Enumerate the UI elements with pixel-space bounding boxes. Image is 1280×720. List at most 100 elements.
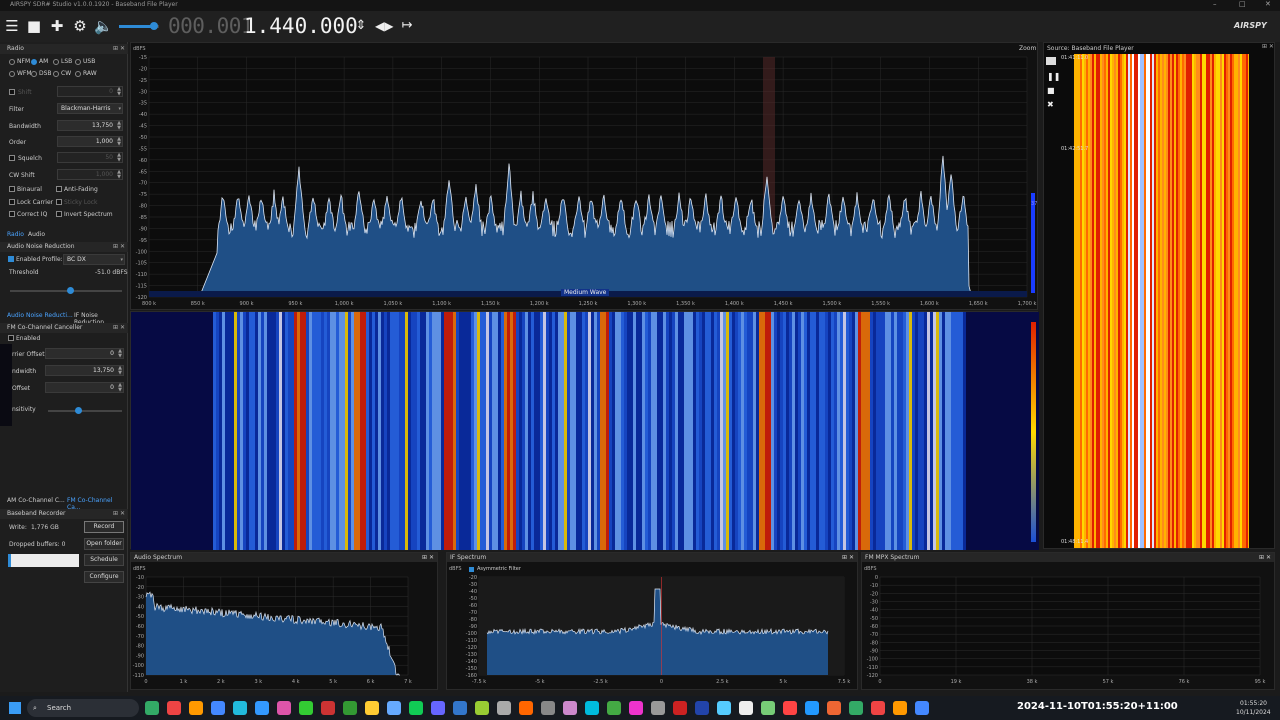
- audio-spectrum-plot[interactable]: -10 -20 -30 -40 -50 -60 -70 -80 -90 -100 -1100 1 k 2…: [131, 563, 437, 689]
- taskbar-app-icon[interactable]: [167, 701, 181, 715]
- taskbar-app-icon[interactable]: [211, 701, 225, 715]
- taskbar-app-icon[interactable]: [739, 701, 753, 715]
- tab-am-cochannel[interactable]: AM Co-Channel C...: [7, 497, 65, 504]
- taskbar-app-icon[interactable]: [475, 701, 489, 715]
- tools-icon[interactable]: ✖: [1047, 100, 1054, 109]
- pin-close-icon[interactable]: ⊞ ✕: [842, 553, 854, 562]
- fmcc-enabled-checkbox[interactable]: [8, 335, 14, 341]
- taskbar-app-icon[interactable]: [805, 701, 819, 715]
- main-spectrum-panel[interactable]: -15 -20 -25 -30 -35 -40 -45 -50 -55 -60 -65 -70 -75 -…: [130, 42, 1038, 310]
- zoom-label[interactable]: Zoom: [1019, 45, 1036, 52]
- anr-threshold-slider[interactable]: [10, 290, 122, 292]
- binaural-checkbox[interactable]: [9, 186, 15, 192]
- taskbar-app-icon[interactable]: [541, 701, 555, 715]
- anr-section-header[interactable]: Audio Noise Reduction ⊞ ✕: [0, 242, 128, 252]
- frequency-display[interactable]: 1.440.000: [244, 13, 358, 39]
- anr-enabled-checkbox[interactable]: [8, 256, 14, 262]
- taskbar-app-icon[interactable]: [607, 701, 621, 715]
- shift-field[interactable]: 0 ▲ ▼: [57, 86, 123, 97]
- speaker-icon[interactable]: 🔈: [94, 17, 113, 35]
- fmcc-section-header[interactable]: FM Co-Channel Canceller ⊞ ✕: [0, 323, 128, 333]
- correctiq-checkbox[interactable]: [9, 211, 15, 217]
- main-waterfall-panel[interactable]: [130, 311, 1039, 550]
- squelch-checkbox[interactable]: [9, 155, 15, 161]
- fmcc-bandwidth-field[interactable]: 13,750 ▲ ▼: [45, 365, 124, 376]
- taskbar-app-icon[interactable]: [255, 701, 269, 715]
- taskbar-app-icon[interactable]: [871, 701, 885, 715]
- invertspectrum-checkbox[interactable]: [56, 211, 62, 217]
- taskbar-app-icon[interactable]: [673, 701, 687, 715]
- stickylock-checkbox[interactable]: [56, 199, 62, 205]
- taskbar-app-icon[interactable]: [409, 701, 423, 715]
- shift-checkbox[interactable]: [9, 89, 15, 95]
- taskbar-app-icon[interactable]: [893, 701, 907, 715]
- mode-radio-wfm[interactable]: [9, 71, 15, 77]
- span-icon[interactable]: ↦: [398, 17, 416, 35]
- taskbar-app-icon[interactable]: [915, 701, 929, 715]
- audio-spectrum-panel[interactable]: Audio Spectrum ⊞ ✕ -10 -20 -30 -40 -50 -60 -70-…: [130, 552, 438, 690]
- taskbar-app-icon[interactable]: [563, 701, 577, 715]
- configure-button[interactable]: Configure: [84, 571, 124, 583]
- order-field[interactable]: 1,000 ▲ ▼: [57, 136, 123, 147]
- tab-audio-noise[interactable]: Audio Noise Reducti...: [7, 312, 73, 319]
- taskbar-app-icon[interactable]: [695, 701, 709, 715]
- taskbar-app-icon[interactable]: [343, 701, 357, 715]
- anr-profile-select[interactable]: BC DX ▾: [63, 254, 125, 265]
- close-button[interactable]: ✕: [1265, 0, 1271, 8]
- record-button[interactable]: Record: [84, 521, 124, 533]
- fmcc-offset-field[interactable]: 0 ▲ ▼: [45, 382, 124, 393]
- mpx-spectrum-plot[interactable]: 0 -10 -20 -30 -40 -50 -60 -70 -80 -90 -100 -110 -120…: [862, 563, 1274, 689]
- if-spectrum-panel[interactable]: IF Spectrum ⊞ ✕ -20 -30 -40 -50 -60 -70 -80 -90-…: [446, 552, 858, 690]
- source-waterfall[interactable]: [1074, 54, 1249, 548]
- recorder-section-header[interactable]: Baseband Recorder ⊞ ✕: [0, 509, 128, 519]
- pin-close-icon[interactable]: ⊞ ✕: [1259, 553, 1271, 562]
- squelch-field[interactable]: 50 ▲ ▼: [57, 152, 123, 163]
- maximize-button[interactable]: □: [1239, 0, 1246, 8]
- tab-audio[interactable]: Audio: [28, 231, 45, 238]
- if-spectrum-plot[interactable]: -20-30-40-50-60-70-80-90-100-110-120-130…: [447, 563, 857, 689]
- taskbar-app-icon[interactable]: [233, 701, 247, 715]
- pause-icon[interactable]: ❚❚: [1047, 72, 1060, 81]
- lockcarrier-checkbox[interactable]: [9, 199, 15, 205]
- mode-radio-nfm[interactable]: [9, 59, 15, 65]
- mode-radio-usb[interactable]: [75, 59, 81, 65]
- main-spectrum-plot[interactable]: -15 -20 -25 -30 -35 -40 -45 -50 -55 -60 -65 -70 -75 -…: [131, 43, 1039, 311]
- taskbar-app-icon[interactable]: [453, 701, 467, 715]
- fmcc-sensitivity-knob[interactable]: [74, 407, 82, 414]
- taskbar-app-icon[interactable]: [497, 701, 511, 715]
- pin-close-icon[interactable]: ⊞ ✕: [113, 509, 125, 519]
- taskbar-app-icon[interactable]: [321, 701, 335, 715]
- taskbar-app-icon[interactable]: [387, 701, 401, 715]
- open-folder-button[interactable]: Open folder: [84, 538, 124, 550]
- bandwidth-field[interactable]: 13,750 ▲ ▼: [57, 120, 123, 131]
- mode-radio-cw[interactable]: [53, 71, 59, 77]
- settings-icon[interactable]: ⚙: [71, 17, 89, 35]
- leftright-icon[interactable]: ◀▶: [375, 17, 393, 35]
- filter-select[interactable]: Blackman-Harris ▾: [57, 103, 123, 114]
- fmcc-carrier-offset-field[interactable]: 0 ▲ ▼: [45, 348, 124, 359]
- pin-close-icon[interactable]: ⊞ ✕: [113, 44, 125, 54]
- fmcc-sensitivity-slider[interactable]: [48, 410, 122, 412]
- taskbar-app-icon[interactable]: [629, 701, 643, 715]
- taskbar-app-icon[interactable]: [783, 701, 797, 715]
- taskbar-app-icon[interactable]: [431, 701, 445, 715]
- taskbar-app-icon[interactable]: [299, 701, 313, 715]
- stop-icon[interactable]: ■: [25, 17, 43, 35]
- folder-icon[interactable]: [1046, 57, 1056, 65]
- antifading-checkbox[interactable]: [56, 186, 62, 192]
- taskbar-app-icon[interactable]: [761, 701, 775, 715]
- pin-close-icon[interactable]: ⊞ ✕: [113, 242, 125, 252]
- taskbar-app-icon[interactable]: [277, 701, 291, 715]
- volume-knob[interactable]: [150, 22, 158, 30]
- stop-icon[interactable]: ■: [1047, 86, 1055, 95]
- taskbar-app-icon[interactable]: [365, 701, 379, 715]
- taskbar-app-icon[interactable]: [519, 701, 533, 715]
- windows-start-icon[interactable]: [9, 702, 21, 714]
- frequency-display-dim[interactable]: 000.001: [168, 13, 254, 39]
- add-icon[interactable]: ✚: [48, 17, 66, 35]
- taskbar-app-icon[interactable]: [651, 701, 665, 715]
- schedule-button[interactable]: Schedule: [84, 554, 124, 566]
- cwshift-field[interactable]: 1,000 ▲ ▼: [57, 169, 123, 180]
- tab-radio[interactable]: Radio: [7, 231, 24, 238]
- taskbar-app-icon[interactable]: [849, 701, 863, 715]
